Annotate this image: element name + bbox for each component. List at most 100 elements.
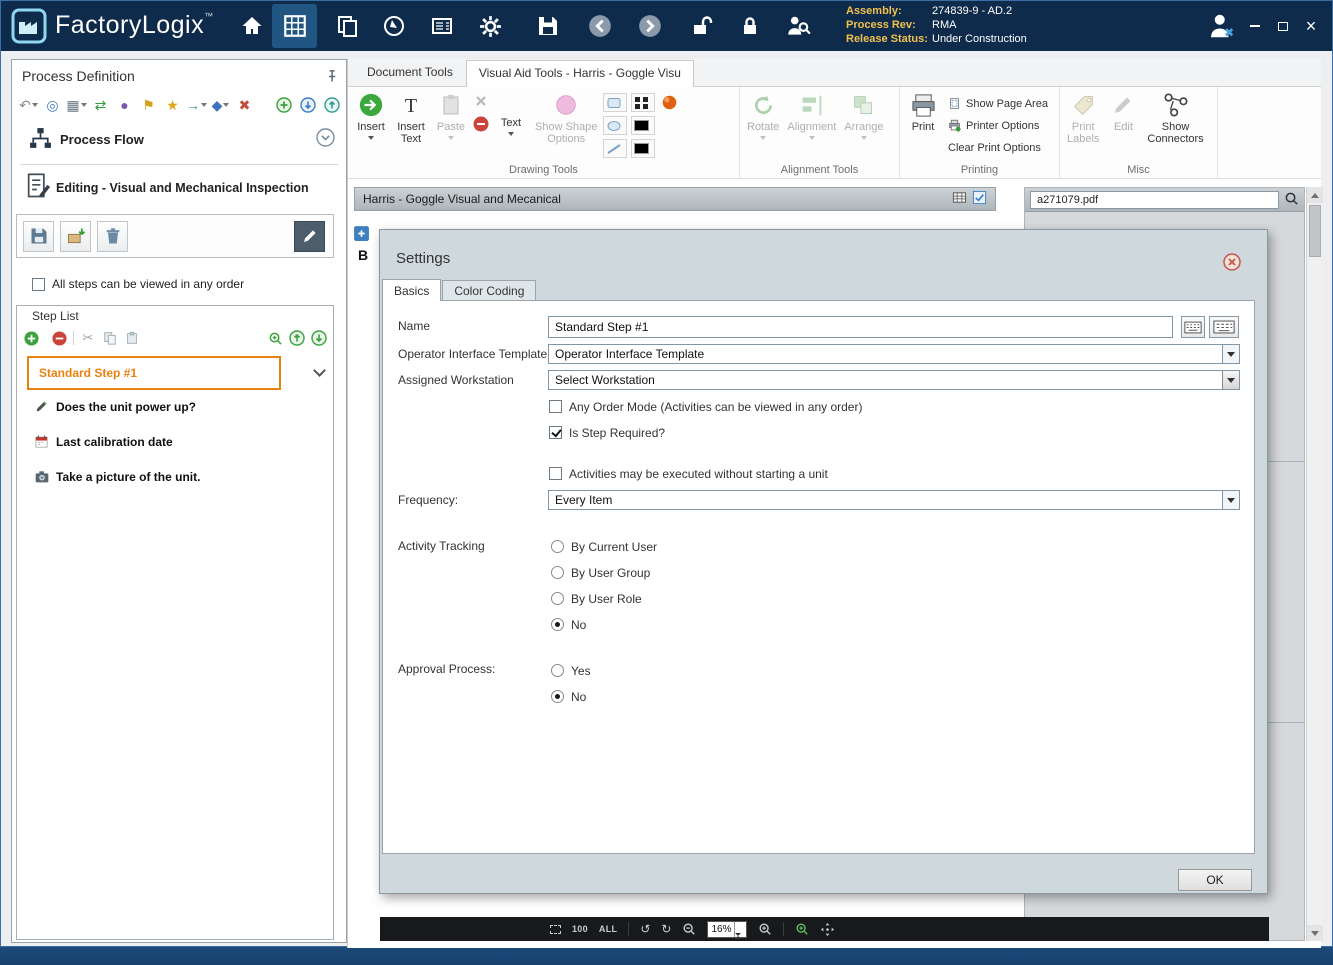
print-icon[interactable]: ▦ xyxy=(66,97,87,114)
operator-interface-template-select[interactable]: Operator Interface Template xyxy=(548,344,1240,364)
by-user-role-radio[interactable] xyxy=(551,592,564,605)
approval-no-radio[interactable] xyxy=(551,690,564,703)
doc-grid-icon[interactable] xyxy=(952,190,967,208)
remove-step-button[interactable] xyxy=(51,330,67,346)
bold-label[interactable]: B xyxy=(358,247,368,263)
any-order-checkbox[interactable] xyxy=(32,278,45,291)
print-button[interactable]: Print xyxy=(903,88,943,163)
zoom-in-icon[interactable] xyxy=(758,922,772,936)
is-step-required-checkbox[interactable] xyxy=(549,426,562,439)
cancel-icon[interactable]: ✖ xyxy=(236,97,253,114)
zoom-all-button[interactable]: ALL xyxy=(599,924,617,934)
tab-document-tools[interactable]: Document Tools xyxy=(354,59,466,86)
line-shape-button[interactable] xyxy=(603,139,628,158)
by-current-user-radio[interactable] xyxy=(551,540,564,553)
activities-without-unit-checkbox[interactable] xyxy=(549,467,562,480)
remove-circle-icon[interactable] xyxy=(473,116,489,135)
save-icon[interactable] xyxy=(535,13,561,39)
step-item-selected[interactable]: Standard Step #1 xyxy=(27,356,281,390)
delete-process-button[interactable] xyxy=(97,220,128,252)
cut-icon[interactable]: ✂ xyxy=(80,330,96,346)
printer-options-button[interactable]: Printer Options xyxy=(943,116,1053,135)
process-editor-icon[interactable] xyxy=(272,4,317,48)
dropdown-arrow-icon[interactable] xyxy=(1222,371,1239,389)
user-logout-icon[interactable] xyxy=(1206,11,1236,41)
documents-icon[interactable] xyxy=(335,13,361,39)
scroll-up-button[interactable] xyxy=(1307,187,1323,203)
package-icon[interactable]: ◆ xyxy=(212,97,230,114)
users-icon[interactable]: ● xyxy=(116,97,133,114)
alignment-button[interactable]: Alignment xyxy=(783,88,840,163)
undo-icon[interactable]: ↶ xyxy=(19,97,38,114)
import-button[interactable] xyxy=(60,220,91,252)
clear-print-options-button[interactable]: Clear Print Options xyxy=(943,138,1053,157)
zoom-100-button[interactable]: 100 xyxy=(572,924,588,934)
keyboard-button[interactable] xyxy=(1181,316,1205,338)
rotate-button[interactable]: Rotate xyxy=(743,88,783,163)
doc-verify-icon[interactable] xyxy=(972,190,987,208)
chevron-down-icon[interactable] xyxy=(313,364,326,377)
flag-icon[interactable]: ⚑ xyxy=(140,97,157,114)
assigned-workstation-select[interactable]: Select Workstation xyxy=(548,370,1240,390)
tracking-no-label[interactable]: No xyxy=(571,618,586,632)
copy-icon[interactable] xyxy=(102,330,118,346)
insert-button[interactable]: Insert xyxy=(351,88,391,163)
any-order-checkbox-label[interactable]: All steps can be viewed in any order xyxy=(52,277,244,291)
sphere-color-button[interactable] xyxy=(659,93,682,112)
dropdown-arrow-icon[interactable] xyxy=(1222,491,1239,509)
tab-basics[interactable]: Basics xyxy=(382,279,442,301)
zoom-selection-icon[interactable] xyxy=(795,922,809,936)
by-user-group-radio[interactable] xyxy=(551,566,564,579)
user-search-icon[interactable] xyxy=(785,13,811,39)
info-icon[interactable] xyxy=(353,225,370,245)
process-flow-label[interactable]: Process Flow xyxy=(60,132,144,147)
edit-button[interactable]: Edit xyxy=(1103,88,1143,163)
input-panel-button[interactable] xyxy=(1209,316,1239,338)
move-step-up-button[interactable] xyxy=(289,330,305,346)
tab-visual-aid-tools[interactable]: Visual Aid Tools - Harris - Goggle Visu xyxy=(465,60,694,87)
pdf-zoom-icon[interactable] xyxy=(1284,191,1299,209)
rotate-right-icon[interactable]: ↻ xyxy=(661,922,671,936)
sync-icon[interactable]: ⇄ xyxy=(92,97,109,114)
pin-icon[interactable] xyxy=(324,69,339,84)
any-order-mode-checkbox[interactable] xyxy=(549,400,562,413)
step-item[interactable]: Last calibration date xyxy=(33,433,173,450)
activities-without-unit-label[interactable]: Activities may be executed without start… xyxy=(569,467,828,481)
arrange-button[interactable]: Arrange xyxy=(840,88,887,163)
pdf-name-field[interactable]: a271079.pdf xyxy=(1030,190,1279,209)
home-icon[interactable] xyxy=(239,13,265,39)
collapse-icon[interactable] xyxy=(316,128,335,147)
name-input[interactable]: Standard Step #1 xyxy=(548,316,1173,338)
approval-yes-label[interactable]: Yes xyxy=(571,664,591,678)
frequency-select[interactable]: Every Item xyxy=(548,490,1240,510)
text-button[interactable]: Text xyxy=(491,88,531,163)
insert-text-button[interactable]: T Insert Text xyxy=(391,88,431,163)
compass-icon[interactable] xyxy=(381,13,407,39)
maximize-button[interactable] xyxy=(1269,1,1297,51)
show-page-area-button[interactable]: Show Page Area xyxy=(943,94,1053,113)
news-icon[interactable] xyxy=(429,13,455,39)
pan-icon[interactable] xyxy=(820,922,835,937)
tab-color-coding[interactable]: Color Coding xyxy=(442,280,537,301)
scroll-down-button[interactable] xyxy=(1307,925,1323,941)
rotate-left-icon[interactable]: ↺ xyxy=(640,922,650,936)
save-process-button[interactable] xyxy=(23,220,54,252)
lock-icon[interactable] xyxy=(737,13,763,39)
back-icon[interactable] xyxy=(587,13,613,39)
ok-button[interactable]: OK xyxy=(1178,869,1252,891)
dialog-close-button[interactable] xyxy=(1223,253,1241,271)
delete-shape-icon[interactable] xyxy=(473,93,489,112)
dropdown-arrow-icon[interactable] xyxy=(1222,345,1239,363)
select-area-icon[interactable] xyxy=(550,924,561,934)
step-item[interactable]: Take a picture of the unit. xyxy=(33,468,200,485)
by-user-role-label[interactable]: By User Role xyxy=(571,592,642,606)
export-icon[interactable]: → xyxy=(186,97,207,114)
close-button[interactable]: × xyxy=(1297,1,1325,51)
tracking-no-radio[interactable] xyxy=(551,618,564,631)
border-style-button[interactable] xyxy=(631,93,656,112)
by-user-group-label[interactable]: By User Group xyxy=(571,566,650,580)
by-current-user-label[interactable]: By Current User xyxy=(571,540,657,554)
edit-mode-toggle-button[interactable] xyxy=(294,220,325,252)
print-labels-button[interactable]: Print Labels xyxy=(1063,88,1103,163)
any-order-mode-label[interactable]: Any Order Mode (Activities can be viewed… xyxy=(569,400,862,414)
